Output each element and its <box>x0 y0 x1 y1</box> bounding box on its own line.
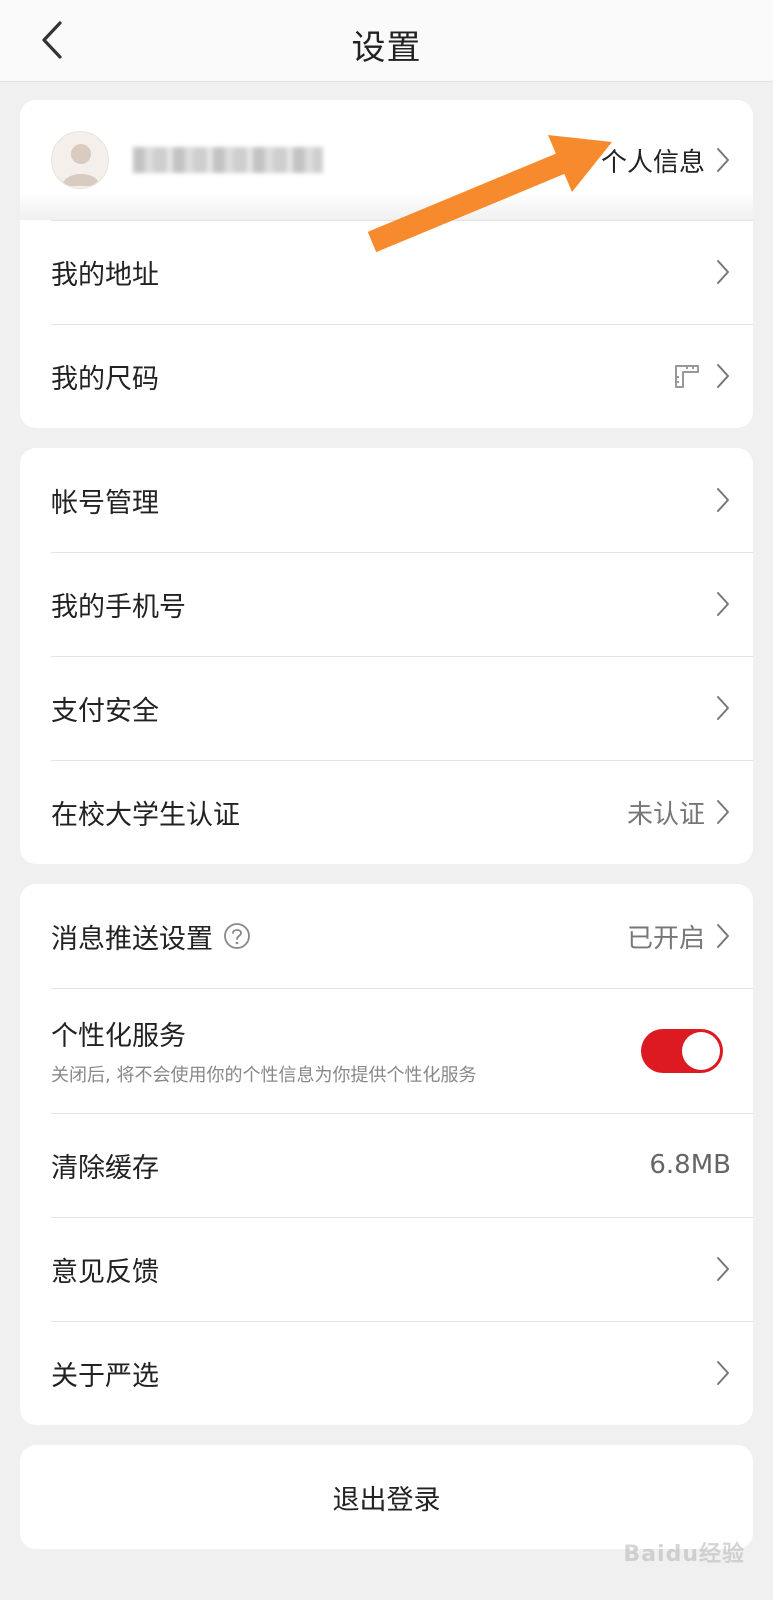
row-label: 支付安全 <box>51 695 159 727</box>
push-settings-row[interactable]: 消息推送设置 已开启 <box>20 884 753 988</box>
chevron-right-icon <box>717 592 729 616</box>
row-label: 在校大学生认证 <box>51 799 240 831</box>
personalized-service-toggle[interactable] <box>641 1028 723 1073</box>
watermark: Baidu经验 <box>623 1542 745 1567</box>
toggle-knob <box>682 1031 720 1070</box>
personalized-description: 关闭后, 将不会使用你的个性信息为你提供个性化服务 <box>51 1065 477 1086</box>
cache-size: 6.8MB <box>649 1150 731 1180</box>
my-phone-row[interactable]: 我的手机号 <box>20 552 753 656</box>
row-label: 消息推送设置 <box>51 923 213 955</box>
avatar[interactable] <box>51 131 109 189</box>
push-status: 已开启 <box>626 923 705 954</box>
about-row[interactable]: 关于严选 <box>20 1321 753 1425</box>
row-label: 帐号管理 <box>51 487 159 519</box>
chevron-right-icon <box>717 800 729 824</box>
chevron-right-icon <box>717 1361 729 1385</box>
row-label: 意见反馈 <box>51 1256 159 1288</box>
verification-status: 未认证 <box>626 799 705 830</box>
row-label: 我的尺码 <box>51 363 159 395</box>
chevron-right-icon <box>717 924 729 948</box>
settings-card: 消息推送设置 已开启 个性化服务 关闭后, 将不会使用你的个性信息为你提供个性化… <box>20 884 753 1425</box>
profile-card: 个人信息 我的地址 我的尺码 <box>20 100 753 428</box>
feedback-row[interactable]: 意见反馈 <box>20 1217 753 1321</box>
clear-cache-row[interactable]: 清除缓存 6.8MB <box>20 1113 753 1217</box>
personalized-service-row: 个性化服务 关闭后, 将不会使用你的个性信息为你提供个性化服务 <box>20 988 753 1113</box>
student-verification-row[interactable]: 在校大学生认证 未认证 <box>20 760 753 864</box>
user-avatar-icon <box>62 144 100 186</box>
personal-info-link[interactable]: 个人信息 <box>601 142 705 179</box>
chevron-right-icon <box>717 488 729 512</box>
page-title: 设置 <box>351 28 422 68</box>
my-address-row[interactable]: 我的地址 <box>20 220 753 324</box>
ruler-icon <box>675 365 699 388</box>
row-label: 个性化服务 <box>51 1021 186 1052</box>
account-management-row[interactable]: 帐号管理 <box>20 448 753 552</box>
row-label: 清除缓存 <box>51 1152 159 1184</box>
logout-button[interactable]: 退出登录 <box>20 1445 753 1549</box>
row-label: 我的手机号 <box>51 591 186 623</box>
chevron-right-icon <box>717 1257 729 1281</box>
question-circle-icon[interactable] <box>223 922 251 950</box>
chevron-right-icon <box>717 260 729 284</box>
profile-row[interactable]: 个人信息 <box>20 100 753 220</box>
account-card: 帐号管理 我的手机号 支付安全 在校大学生认证 未认证 <box>20 448 753 864</box>
logout-label: 退出登录 <box>332 1484 441 1516</box>
user-name-blurred <box>133 147 323 173</box>
payment-security-row[interactable]: 支付安全 <box>20 656 753 760</box>
chevron-right-icon <box>717 696 729 720</box>
row-label: 我的地址 <box>51 259 159 291</box>
my-size-row[interactable]: 我的尺码 <box>20 324 753 428</box>
chevron-right-icon <box>717 148 729 172</box>
top-bar: 设置 <box>0 0 773 82</box>
row-label: 关于严选 <box>51 1360 159 1392</box>
chevron-right-icon <box>717 364 729 388</box>
